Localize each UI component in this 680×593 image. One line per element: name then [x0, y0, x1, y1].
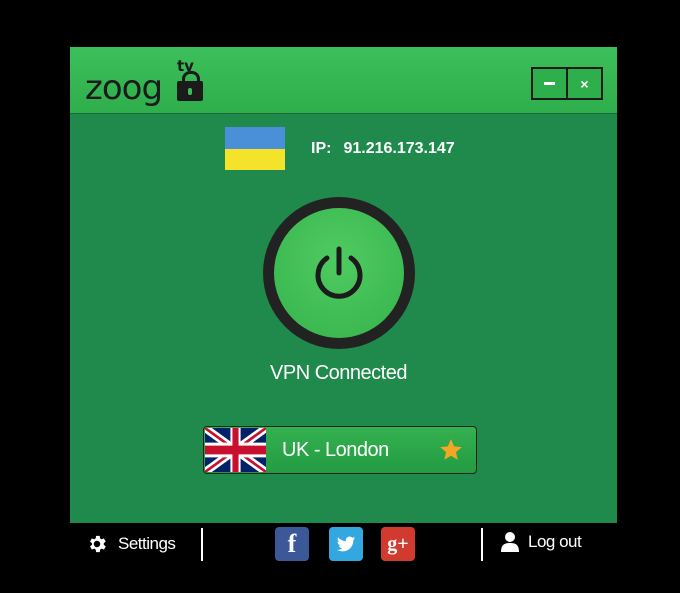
footer-divider-left	[201, 528, 203, 561]
power-icon	[315, 246, 363, 299]
ip-label: IP:	[311, 139, 332, 157]
settings-label: Settings	[118, 534, 176, 553]
ip-row: IP: 91.216.173.147	[225, 127, 455, 170]
facebook-icon: f	[287, 529, 297, 558]
footer-bar: Settings f g+ Log out	[70, 523, 617, 568]
logout-label: Log out	[528, 532, 582, 551]
location-label: UK - London	[282, 438, 389, 461]
favorite-star-icon[interactable]	[438, 437, 464, 463]
vpn-window: zoog tv × IP: 91.216.173.147 VPN Connect	[70, 47, 617, 523]
facebook-button[interactable]: f	[275, 527, 309, 561]
ip-value: 91.216.173.147	[343, 139, 455, 157]
power-button-inner	[274, 208, 404, 338]
logout-button[interactable]: Log out	[500, 531, 582, 553]
lock-icon	[177, 71, 203, 101]
logo-text: zoog	[85, 68, 163, 108]
close-button[interactable]: ×	[568, 69, 601, 98]
uk-flag-icon	[205, 428, 266, 472]
settings-button[interactable]: Settings	[86, 533, 176, 555]
close-icon: ×	[580, 75, 589, 92]
zoogtv-logo: zoog tv	[85, 57, 203, 108]
connection-status: VPN Connected	[270, 362, 407, 384]
minimize-icon	[544, 82, 555, 85]
gear-icon	[90, 535, 106, 553]
user-icon	[501, 532, 519, 552]
googleplus-button[interactable]: g+	[381, 527, 415, 561]
minimize-button[interactable]	[533, 69, 568, 98]
power-button[interactable]	[263, 197, 415, 349]
ukraine-flag-icon	[225, 127, 285, 170]
twitter-button[interactable]	[329, 527, 363, 561]
location-selector[interactable]: UK - London	[203, 426, 477, 474]
footer-divider-right	[481, 528, 483, 561]
title-bar[interactable]: zoog tv ×	[70, 47, 617, 114]
googleplus-icon: g+	[387, 532, 409, 555]
twitter-icon	[336, 536, 356, 552]
window-controls: ×	[531, 67, 603, 100]
